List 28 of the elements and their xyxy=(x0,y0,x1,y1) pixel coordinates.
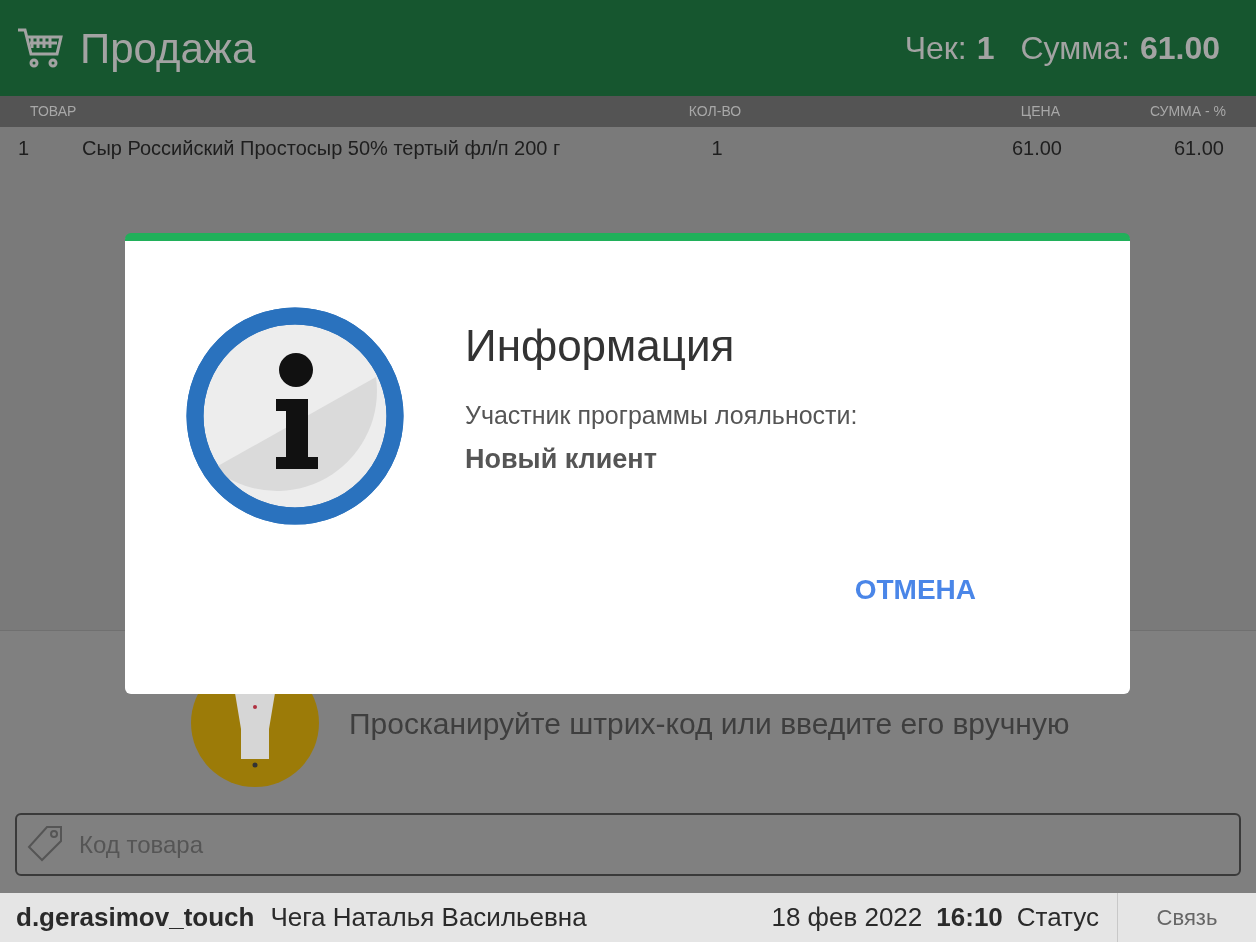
connection-button[interactable]: Связь xyxy=(1117,893,1256,942)
page-title: Продажа xyxy=(80,23,256,74)
column-header: КОЛ-ВО xyxy=(687,102,743,121)
date-text: 18 фев 2022 xyxy=(771,901,923,934)
client-name: Новый клиент xyxy=(465,442,658,476)
sum-value: 61.00 xyxy=(1139,29,1220,68)
column-header: ЦЕНА xyxy=(1019,102,1060,121)
cart-icon xyxy=(16,26,64,70)
cancel-button[interactable]: ОТМЕНА xyxy=(850,569,980,611)
status-text: Статус xyxy=(1016,901,1099,934)
column-header: СУММА - % xyxy=(1148,102,1226,121)
dialog-message: Участник программы лояльности: xyxy=(465,400,859,431)
receipt-number: 1 xyxy=(976,29,995,68)
cashier-name: Чега Наталья Васильевна xyxy=(270,901,587,934)
sum-cell-text: 61.00 xyxy=(1172,136,1224,161)
product-name: Сыр Российский Простосыр 50% тертый фл/п 200 г xyxy=(82,136,562,161)
dialog-title: Информация xyxy=(465,320,736,372)
sum-label: Сумма: xyxy=(1020,29,1130,68)
user-login: d.gerasimov_touch xyxy=(16,901,255,934)
info-icon xyxy=(186,307,404,525)
row-number: 1 xyxy=(18,136,31,161)
price-cell-text: 61.00 xyxy=(1010,136,1062,161)
scan-hint: Просканируйте штрих-код или введите его вручную xyxy=(349,705,1070,742)
quantity-cell-text: 1 xyxy=(710,136,724,161)
time-text: 16:10 xyxy=(936,901,1003,934)
tag-icon xyxy=(25,824,65,864)
receipt-label: Чек: xyxy=(904,29,967,68)
column-header: ТОВАР xyxy=(30,102,78,121)
